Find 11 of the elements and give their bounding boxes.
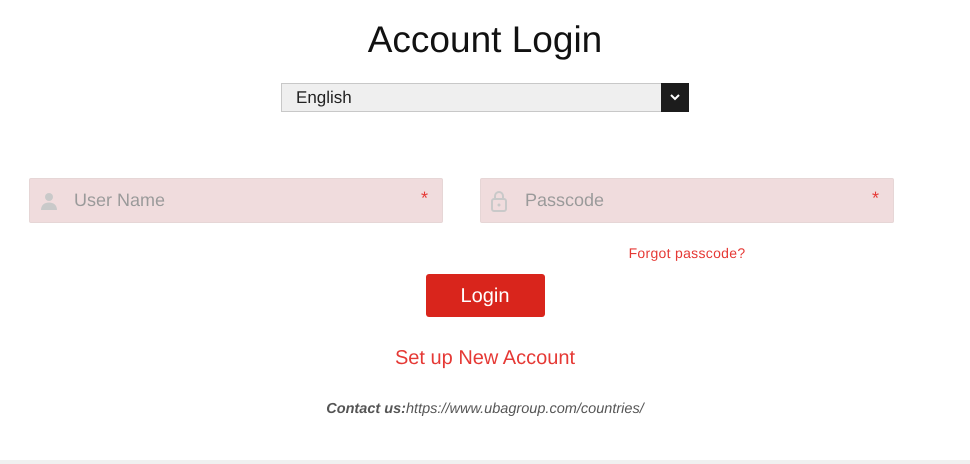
lock-icon [491,190,507,212]
user-icon [40,192,58,210]
forgot-passcode-link[interactable]: Forgot passcode? [628,243,746,264]
contact-text: Contact us:https://www.ubagroup.com/countries/ [325,400,646,419]
page-title: Account Login [366,18,604,62]
caret-icon [670,94,680,101]
required-mark: * [420,189,428,207]
language-select[interactable]: English [281,83,689,112]
login-button[interactable]: Login [426,274,544,317]
setup-account-link[interactable]: Set up New Account [394,343,576,373]
required-mark: * [872,189,879,207]
